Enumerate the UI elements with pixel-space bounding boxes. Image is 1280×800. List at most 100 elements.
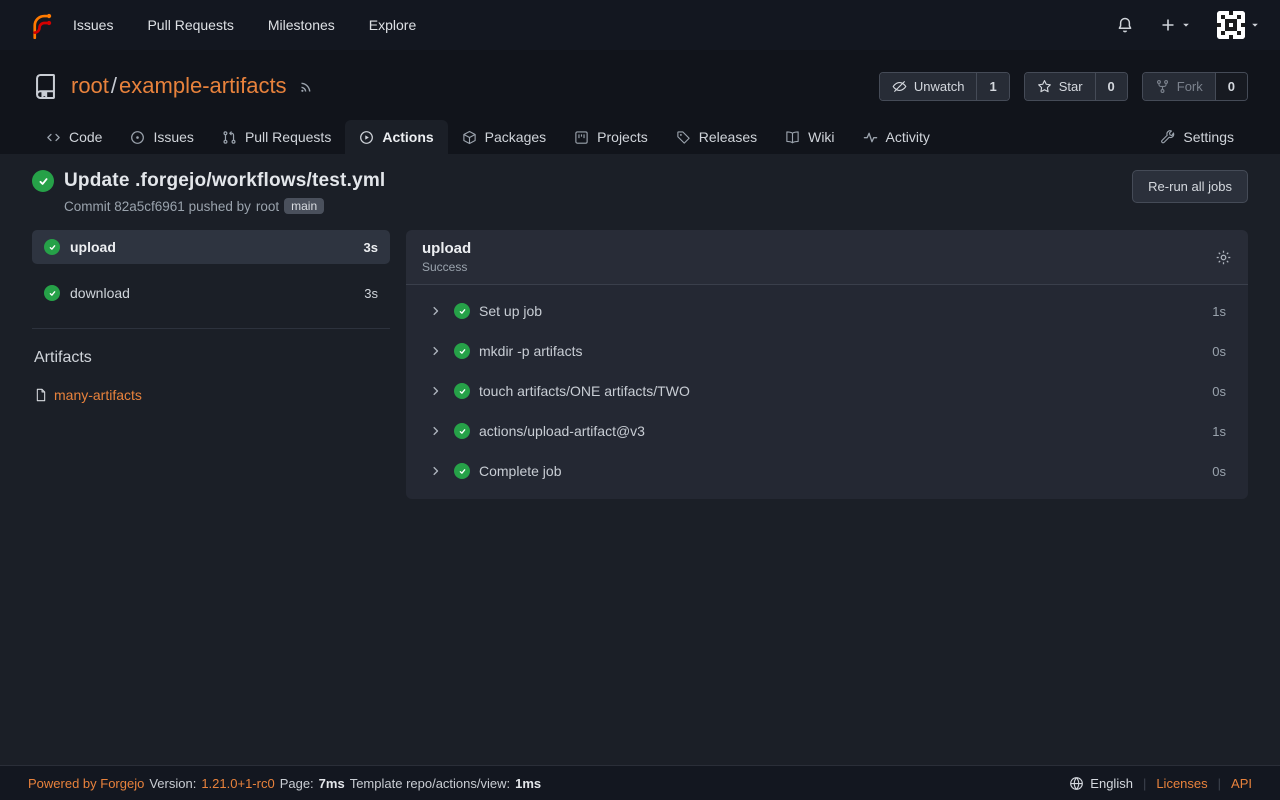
step-label: actions/upload-artifact@v3	[479, 423, 645, 439]
run-success-icon	[32, 170, 54, 192]
watchers-count[interactable]: 1	[976, 73, 1008, 100]
job-detail-header: upload Success	[406, 230, 1248, 285]
job-duration: 3s	[364, 286, 378, 301]
top-navbar: Issues Pull Requests Milestones Explore	[0, 0, 1280, 50]
step-duration: 1s	[1212, 424, 1226, 439]
play-circle-icon	[359, 130, 374, 145]
eye-slash-icon	[892, 79, 907, 94]
unwatch-button[interactable]: Unwatch	[880, 73, 977, 100]
step-success-icon	[454, 383, 470, 399]
notifications-bell-icon[interactable]	[1116, 16, 1134, 34]
tab-packages[interactable]: Packages	[448, 120, 560, 154]
navbar-item-issues[interactable]: Issues	[73, 17, 113, 33]
fork-icon	[1155, 79, 1170, 94]
tab-activity[interactable]: Activity	[849, 120, 944, 154]
pusher-name[interactable]: root	[256, 199, 279, 214]
template-time-value: 1ms	[515, 776, 541, 791]
step-duration: 0s	[1212, 384, 1226, 399]
step-success-icon	[454, 423, 470, 439]
job-duration: 3s	[364, 240, 378, 255]
job-success-icon	[44, 239, 60, 255]
plus-icon	[1160, 17, 1176, 33]
template-time-label: Template repo/actions/view:	[350, 776, 510, 791]
step-row-mkdir[interactable]: mkdir -p artifacts 0s	[406, 331, 1248, 371]
navbar-links: Issues Pull Requests Milestones Explore	[73, 17, 416, 33]
language-selector[interactable]: English	[1069, 776, 1133, 791]
code-icon	[46, 130, 61, 145]
step-duration: 0s	[1212, 344, 1226, 359]
repo-name-link[interactable]: example-artifacts	[119, 73, 287, 98]
repo-owner-link[interactable]: root	[71, 73, 109, 98]
navbar-item-milestones[interactable]: Milestones	[268, 17, 335, 33]
chevron-right-icon	[430, 345, 442, 357]
star-icon	[1037, 79, 1052, 94]
repo-book-icon	[32, 73, 59, 100]
powered-by-link[interactable]: Powered by Forgejo	[28, 776, 144, 791]
project-board-icon	[574, 130, 589, 145]
chevron-down-icon	[1181, 20, 1191, 30]
footer-divider: |	[1143, 776, 1146, 791]
navbar-item-pull-requests[interactable]: Pull Requests	[147, 17, 233, 33]
tools-icon	[1160, 130, 1175, 145]
rss-feed-icon[interactable]	[299, 78, 315, 94]
stars-count[interactable]: 0	[1095, 73, 1127, 100]
run-commit-line: Commit 82a5cf6961 pushed by root main	[64, 198, 385, 214]
job-item-upload[interactable]: upload 3s	[32, 230, 390, 264]
chevron-down-icon	[1250, 20, 1260, 30]
navbar-item-explore[interactable]: Explore	[369, 17, 416, 33]
job-detail-name: upload	[422, 240, 471, 257]
rerun-all-jobs-button[interactable]: Re-run all jobs	[1132, 170, 1248, 203]
step-row-complete-job[interactable]: Complete job 0s	[406, 451, 1248, 491]
step-row-upload-artifact[interactable]: actions/upload-artifact@v3 1s	[406, 411, 1248, 451]
issue-circle-icon	[130, 130, 145, 145]
api-link[interactable]: API	[1231, 776, 1252, 791]
step-success-icon	[454, 303, 470, 319]
step-label: mkdir -p artifacts	[479, 343, 582, 359]
tab-wiki[interactable]: Wiki	[771, 120, 848, 154]
chevron-right-icon	[430, 465, 442, 477]
tab-code[interactable]: Code	[32, 120, 116, 154]
actions-run-view: Update .forgejo/workflows/test.yml Commi…	[0, 154, 1280, 765]
steps-list: Set up job 1s mkdir -p artifacts 0s touc…	[406, 285, 1248, 499]
job-item-download[interactable]: download 3s	[32, 276, 390, 310]
user-avatar	[1217, 11, 1245, 39]
tab-projects[interactable]: Projects	[560, 120, 662, 154]
fork-button-group: Fork 0	[1142, 72, 1248, 101]
step-row-setup-job[interactable]: Set up job 1s	[406, 291, 1248, 331]
tab-issues[interactable]: Issues	[116, 120, 207, 154]
page-footer: Powered by Forgejo Version: 1.21.0+1-rc0…	[0, 765, 1280, 800]
job-name: download	[70, 285, 130, 301]
log-settings-gear-icon[interactable]	[1215, 249, 1232, 266]
create-new-button[interactable]	[1160, 17, 1191, 33]
job-detail-panel: upload Success Set up job 1s	[406, 230, 1248, 499]
branch-badge[interactable]: main	[284, 198, 324, 214]
step-success-icon	[454, 463, 470, 479]
artifact-link-many-artifacts[interactable]: many-artifacts	[34, 387, 390, 403]
step-row-touch[interactable]: touch artifacts/ONE artifacts/TWO 0s	[406, 371, 1248, 411]
pulse-icon	[863, 130, 878, 145]
version-label: Version:	[149, 776, 196, 791]
tab-pull-requests[interactable]: Pull Requests	[208, 120, 345, 154]
forgejo-logo-icon[interactable]	[28, 12, 55, 39]
tab-settings[interactable]: Settings	[1146, 120, 1248, 154]
licenses-link[interactable]: Licenses	[1156, 776, 1207, 791]
step-success-icon	[454, 343, 470, 359]
repo-separator: /	[111, 73, 117, 98]
file-icon	[34, 388, 48, 402]
tab-releases[interactable]: Releases	[662, 120, 771, 154]
tag-icon	[676, 130, 691, 145]
page-time-label: Page:	[280, 776, 314, 791]
version-link[interactable]: 1.21.0+1-rc0	[201, 776, 274, 791]
jobs-sidebar: upload 3s download 3s Artifacts many-art…	[32, 230, 390, 403]
job-name: upload	[70, 239, 116, 255]
step-label: touch artifacts/ONE artifacts/TWO	[479, 383, 690, 399]
globe-icon	[1069, 776, 1084, 791]
job-success-icon	[44, 285, 60, 301]
page-time-value: 7ms	[319, 776, 345, 791]
step-duration: 0s	[1212, 464, 1226, 479]
user-menu-button[interactable]	[1217, 11, 1260, 39]
sidebar-divider	[32, 328, 390, 329]
forks-count[interactable]: 0	[1215, 73, 1247, 100]
star-button[interactable]: Star	[1025, 73, 1095, 100]
tab-actions[interactable]: Actions	[345, 120, 447, 154]
